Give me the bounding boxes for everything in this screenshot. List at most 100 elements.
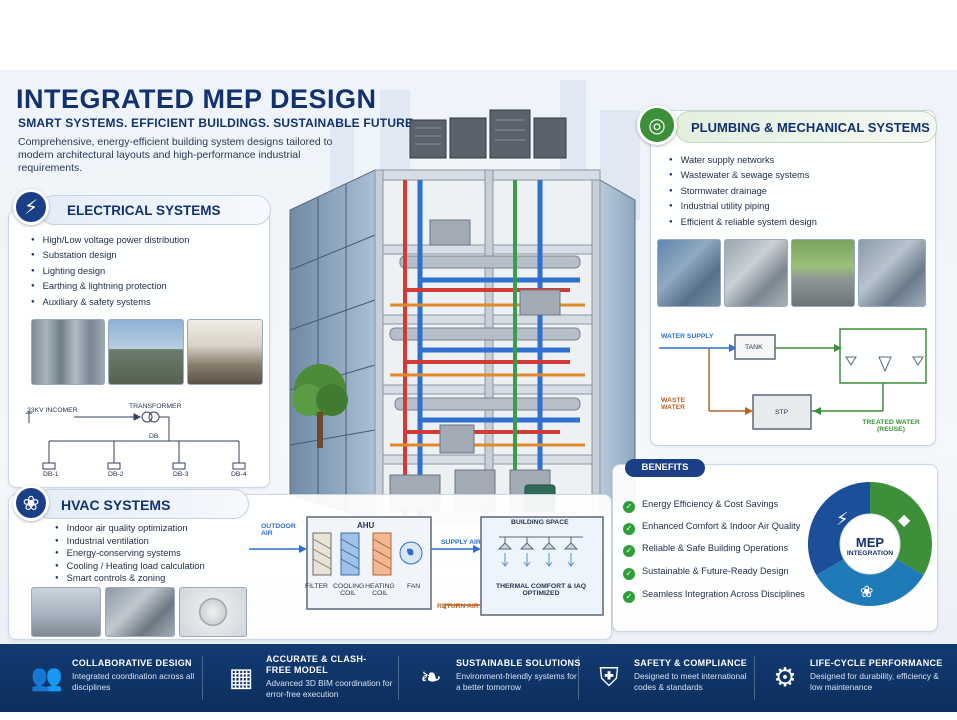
list-item: Wastewater & sewage systems	[669, 168, 817, 183]
footer-item-safety: ⛨ SAFETY & COMPLIANCE Designed to meet i…	[590, 652, 760, 706]
cooling-coil-label: COOLING COIL	[333, 583, 365, 597]
db-branch-label: DB-4	[231, 471, 247, 478]
db-branch-label: DB-2	[108, 471, 124, 478]
list-item: Cooling / Heating load calculation	[55, 560, 205, 573]
benefit-item: ✓ Energy Efficiency & Cost Savings	[623, 497, 778, 513]
fan-icon: ❀	[13, 485, 49, 521]
benefit-item: ✓ Reliable & Safe Building Operations	[623, 541, 788, 557]
heating-coil-label: HEATING COIL	[365, 583, 395, 597]
footer-item-title: SAFETY & COMPLIANCE	[634, 658, 748, 668]
hvac-systems-card: HVAC SYSTEMS ❀ Indoor air quality optimi…	[8, 485, 612, 640]
footer-item-desc: Designed for durability, efficiency & lo…	[810, 671, 939, 692]
list-item: High/Low voltage power distribution	[31, 233, 190, 248]
svg-text:❀: ❀	[860, 582, 873, 601]
footer-item-lifecycle: ⚙ LIFE-CYCLE PERFORMANCE Designed for du…	[766, 652, 956, 706]
chiller-photo	[31, 587, 101, 637]
benefits-title: BENEFITS	[625, 459, 705, 477]
return-air-label: RETURN AIR	[437, 603, 479, 610]
outdoor-air-label: OUTDOOR AIR	[261, 523, 296, 537]
footer-item-title: LIFE-CYCLE PERFORMANCE	[810, 658, 943, 668]
treated-water-label: TREATED WATER (REUSE)	[862, 419, 920, 433]
switchgear-photo	[31, 319, 105, 385]
footer-divider	[202, 656, 203, 700]
footer-item-sustainable: ❧ SUSTAINABLE SOLUTIONS Environment-frie…	[412, 652, 592, 706]
footer-item-title: SUSTAINABLE SOLUTIONS	[456, 658, 581, 668]
db-branch-label: DB-3	[173, 471, 189, 478]
footer-item-desc: Advanced 3D BIM coordination for error-f…	[266, 678, 393, 699]
wheel-title: MEP	[855, 535, 885, 550]
db-branch-label: DB-1	[43, 471, 59, 478]
electrical-list: High/Low voltage power distribution Subs…	[31, 233, 190, 310]
list-item: Stormwater drainage	[669, 184, 817, 199]
footer-divider	[578, 656, 579, 700]
filter-label: FILTER	[305, 583, 328, 590]
building-space-label: BUILDING SPACE	[511, 519, 569, 526]
drainage-photo	[791, 239, 855, 307]
footer-bar: 👥 COLLABORATIVE DESIGN Integrated coordi…	[0, 644, 957, 712]
footer-item-desc: Designed to meet international codes & s…	[634, 671, 747, 692]
electrical-systems-card: ELECTRICAL SYSTEMS ⚡ High/Low voltage po…	[8, 189, 271, 488]
waste-water-label: WASTE WATER	[661, 397, 686, 411]
list-item: Energy-conserving systems	[55, 547, 205, 560]
gear-icon: ⚙	[773, 662, 797, 692]
benefit-item: ✓ Sustainable & Future-Ready Design	[623, 564, 789, 580]
plumbing-systems-card: PLUMBING & MECHANICAL SYSTEMS ◎ Water su…	[637, 105, 937, 446]
db-label: DB	[149, 433, 159, 440]
utility-piping-photo	[858, 239, 926, 307]
plumbing-list: Water supply networks Wastewater & sewag…	[669, 153, 817, 230]
check-icon: ✓	[623, 591, 635, 603]
benefits-card: BENEFITS ✓ Energy Efficiency & Cost Savin…	[612, 459, 938, 632]
footer-item-desc: Environment-friendly systems for a bette…	[456, 671, 577, 692]
benefit-item: ✓ Seamless Integration Across Disciplines	[623, 587, 805, 603]
plumbing-card-title: PLUMBING & MECHANICAL SYSTEMS	[691, 120, 930, 135]
footer-item-collaborative: 👥 COLLABORATIVE DESIGN Integrated coordi…	[28, 652, 198, 706]
footer-divider	[398, 656, 399, 700]
ductwork-photo	[105, 587, 175, 637]
list-item: Auxiliary & safety systems	[31, 295, 189, 310]
ahu-flow-diagram	[249, 516, 604, 616]
list-item: Indoor air quality optimization	[55, 522, 205, 535]
lightning-icon: ⚡	[13, 189, 49, 225]
tree-illustration	[292, 364, 348, 448]
check-icon: ✓	[623, 523, 635, 535]
hvac-list: Indoor air quality optimization Industri…	[55, 522, 205, 585]
list-item: Water supply networks	[669, 153, 817, 168]
check-icon: ✓	[623, 568, 635, 580]
diffuser-photo	[179, 587, 247, 637]
fan-label: FAN	[407, 583, 421, 590]
benefit-item: ✓ Enhanced Comfort & Indoor Air Quality	[623, 519, 800, 535]
thermal-comfort-label: THERMAL COMFORT & IAQ OPTIMIZED	[495, 583, 587, 597]
infographic-canvas: INTEGRATED MEP DESIGN SMART SYSTEMS. EFF…	[0, 70, 957, 712]
list-item: Smart controls & zoning	[55, 572, 205, 585]
hvac-card-title: HVAC SYSTEMS	[61, 497, 171, 513]
water-supply-label: WATER SUPPLY	[661, 333, 714, 340]
footer-item-desc: Integrated coordination across all disci…	[72, 671, 195, 692]
lighting-interior-photo	[187, 319, 263, 385]
shield-check-icon: ⛨	[599, 662, 619, 692]
incomer-label: 33KV INCOMER	[27, 407, 78, 414]
wheel-subtitle: INTEGRATION	[846, 550, 894, 557]
electrical-card-title: ELECTRICAL SYSTEMS	[67, 203, 221, 218]
list-item: Substation design	[31, 248, 189, 263]
tank-label: TANK	[745, 344, 763, 351]
mechanical-room-photo	[724, 239, 788, 307]
footer-item-clash-free: ▦ ACCURATE & CLASH-FREE MODEL Advanced 3…	[222, 652, 402, 706]
pipes-photo	[657, 239, 721, 307]
ahu-label: AHU	[357, 521, 375, 530]
supply-air-label: SUPPLY AIR	[441, 539, 481, 546]
list-item: Efficient & reliable system design	[669, 215, 817, 230]
list-item: Earthing & lightning protection	[31, 279, 189, 294]
list-item: Industrial utility piping	[669, 199, 817, 214]
leaf-icon: ❧	[420, 662, 442, 692]
stp-label: STP	[775, 409, 789, 416]
footer-divider	[754, 656, 755, 700]
check-icon: ✓	[623, 501, 635, 513]
list-item: Lighting design	[31, 264, 189, 279]
svg-text:◆: ◆	[898, 510, 911, 529]
check-icon: ✓	[623, 545, 635, 557]
footer-item-title: ACCURATE & CLASH-FREE MODEL	[266, 654, 367, 675]
transformer-label: TRANSFORMER	[129, 403, 182, 410]
team-icon: 👥	[30, 662, 64, 692]
pipe-valve-icon: ◎	[637, 105, 677, 145]
list-item: Industrial ventilation	[55, 535, 205, 548]
